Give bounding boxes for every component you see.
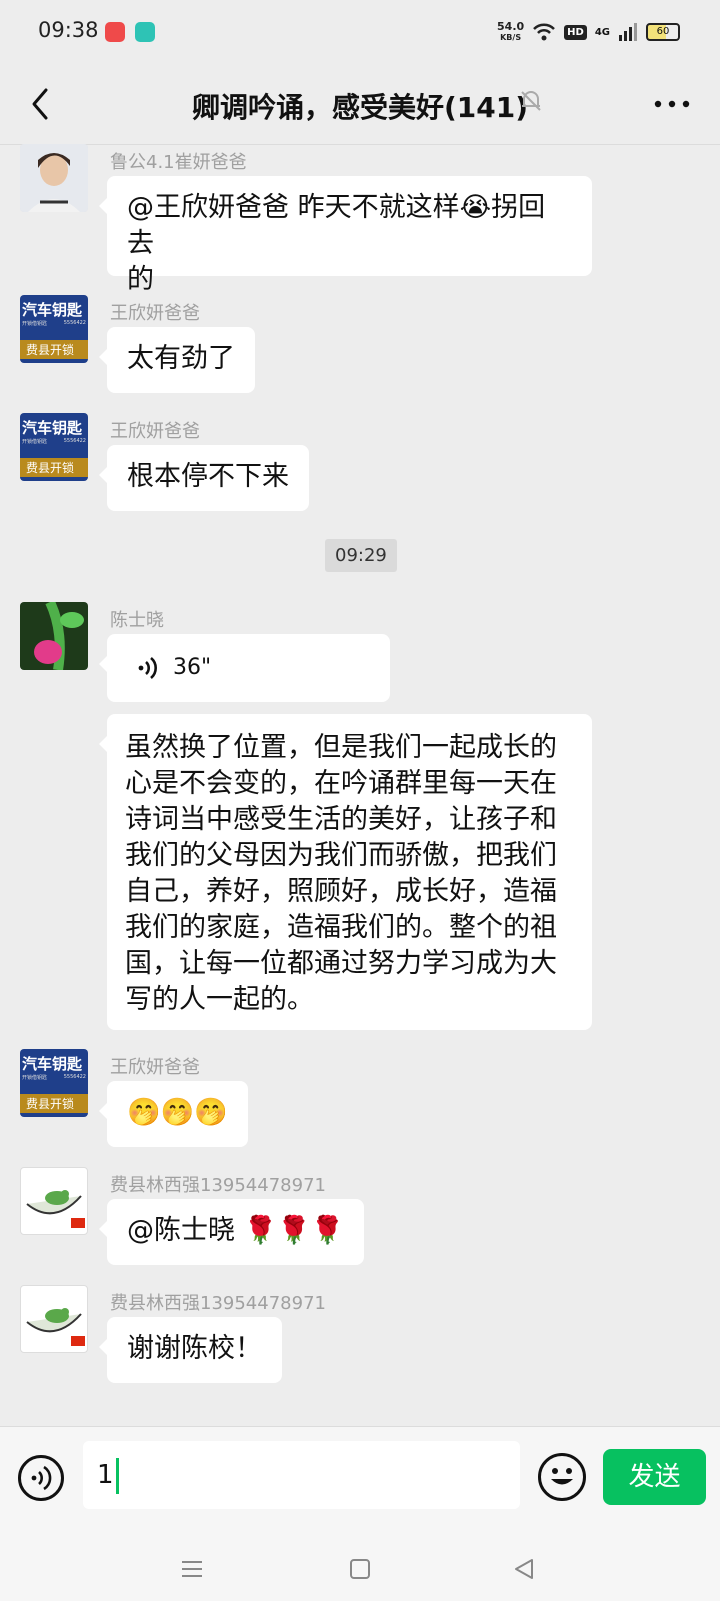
avatar-text: 5556422 (63, 320, 86, 326)
battery-level: 60 (656, 26, 670, 37)
home-nav-icon[interactable] (348, 1557, 372, 1581)
message-text: 🤭🤭🤭 (127, 1097, 228, 1128)
voice-message-bubble[interactable]: 36" (99, 634, 390, 702)
message-input[interactable]: 1 (83, 1441, 520, 1509)
avatar[interactable] (20, 1285, 88, 1353)
avatar[interactable] (20, 602, 88, 670)
menu-nav-icon[interactable] (180, 1557, 204, 1581)
message-text-line: 自己，养好，照顾好，成长好，造福 (125, 876, 557, 907)
voice-wave-icon (138, 657, 157, 679)
network-speed: 54.0 KB/S (497, 21, 524, 43)
avatar[interactable] (20, 1167, 88, 1235)
message-text: 谢谢陈校！ (127, 1333, 262, 1364)
message-text-line: 心是不会变的，在吟诵群里每一天在 (125, 768, 557, 799)
message-text-line: 诗词当中感受生活的美好，让孩子和 (125, 804, 557, 835)
voice-wave-icon (31, 1465, 52, 1491)
avatar-text: 费县开锁 (20, 340, 88, 359)
avatar-text: 5556422 (63, 438, 86, 444)
avatar-text: 费县开锁 (20, 1094, 88, 1113)
message-text-line: 我们的父母因为我们而骄傲，把我们 (125, 840, 557, 871)
message-text-line: 写的人一起的。 (125, 984, 314, 1015)
status-bar: 09:38 54.0 KB/S HD 4G 60 (0, 0, 720, 64)
network-speed-unit: KB/S (500, 33, 522, 42)
message-input-value: 1 (97, 1460, 114, 1490)
text-caret (115, 1457, 119, 1494)
sender-name: 王欣妍爸爸 (110, 1057, 200, 1078)
status-time: 09:38 (38, 18, 99, 42)
message-text-line: 的 (127, 264, 154, 295)
back-nav-icon[interactable] (512, 1557, 536, 1581)
system-nav-bar (0, 1541, 720, 1601)
avatar[interactable]: 汽车钥匙 开锁借钥匙 5556422 费县开锁 (20, 1049, 88, 1117)
message-text: 根本停不下来 (127, 461, 289, 492)
message-text: 太有劲了 (127, 343, 235, 374)
chat-title: 卿调吟诵，感受美好(141) (191, 91, 529, 124)
emoji-button[interactable] (538, 1453, 586, 1501)
sender-name: 费县林西强13954478971 (110, 1293, 326, 1314)
avatar-text: 汽车钥匙 (22, 301, 83, 319)
battery-icon: 60 (646, 23, 680, 41)
message-bubble[interactable]: @陈士晓 🌹🌹🌹 (98, 1199, 365, 1265)
sender-name: 费县林西强13954478971 (110, 1175, 326, 1196)
message-bubble[interactable]: @王欣妍爸爸 昨天不就这样😭拐回去 的 (99, 176, 592, 295)
message-text-line: @王欣妍爸爸 昨天不就这样😭拐回去 (127, 192, 546, 259)
avatar-text: 开锁借钥匙 (22, 321, 48, 327)
message-text-line: 我们的家庭，造福我们的。整个的祖 (125, 912, 557, 943)
hd-badge: HD (564, 24, 587, 40)
status-indicators: 54.0 KB/S HD 4G 60 (497, 18, 680, 46)
mute-bell-icon (521, 91, 541, 111)
message-bubble[interactable]: 谢谢陈校！ (99, 1317, 282, 1383)
avatar-text: 汽车钥匙 (22, 419, 83, 437)
sender-name: 鲁公4.1崔妍爸爸 (110, 152, 247, 173)
message-text-line: 虽然换了位置，但是我们一起成长的 (125, 732, 557, 763)
avatar[interactable]: 汽车钥匙 开锁借钥匙 5556422 费县开锁 (20, 295, 88, 363)
voice-input-button[interactable] (18, 1455, 64, 1501)
avatar[interactable]: 汽车钥匙 开锁借钥匙 5556422 费县开锁 (20, 413, 88, 481)
more-icon[interactable] (652, 92, 692, 116)
avatar-text: 开锁借钥匙 (22, 1075, 48, 1081)
voice-duration: 36" (173, 655, 212, 680)
message-bubble[interactable]: 🤭🤭🤭 (99, 1081, 248, 1147)
sender-name: 陈士晓 (110, 610, 164, 631)
avatar[interactable] (20, 144, 88, 212)
message-text: @陈士晓 🌹🌹🌹 (127, 1215, 345, 1246)
sender-name: 王欣妍爸爸 (110, 303, 200, 324)
signal-type: 4G (594, 26, 610, 38)
signal-icon (619, 23, 637, 41)
message-bubble[interactable]: 太有劲了 (99, 327, 255, 393)
wifi-icon (533, 23, 556, 41)
avatar-text: 费县开锁 (20, 458, 88, 477)
network-speed-value: 54.0 (497, 20, 525, 33)
smiley-icon (551, 1468, 573, 1485)
chat-app-icon (135, 22, 155, 42)
chat-message-list[interactable]: 鲁公4.1崔妍爸爸 @王欣妍爸爸 昨天不就这样😭拐回去 的 汽车钥匙 开锁借钥匙… (0, 144, 720, 1426)
message-bubble[interactable]: 根本停不下来 (99, 445, 309, 511)
avatar-text: 开锁借钥匙 (22, 439, 48, 445)
timestamp: 09:29 (325, 539, 397, 572)
composer-bar: 1 发送 (0, 1426, 720, 1601)
chat-header: 卿调吟诵，感受美好(141) (0, 64, 720, 145)
avatar-text: 5556422 (63, 1074, 86, 1080)
avatar-text: 汽车钥匙 (22, 1055, 83, 1073)
message-bubble[interactable]: 虽然换了位置，但是我们一起成长的 心是不会变的，在吟诵群里每一天在 诗词当中感受… (99, 714, 592, 1030)
music-app-icon (105, 22, 125, 42)
send-button[interactable]: 发送 (603, 1449, 706, 1505)
message-text-line: 国，让每一位都通过努力学习成为大 (125, 948, 557, 979)
sender-name: 王欣妍爸爸 (110, 421, 200, 442)
